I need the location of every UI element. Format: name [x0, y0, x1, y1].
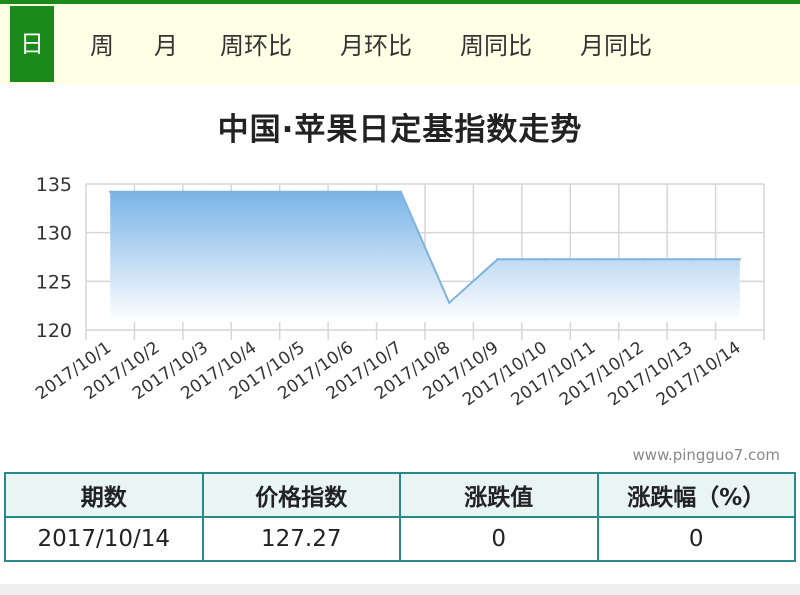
tab-month[interactable]: 月	[140, 8, 192, 84]
cell-change-percent: 0	[596, 516, 796, 562]
y-tick-label: 125	[36, 271, 72, 293]
data-point[interactable]	[109, 190, 112, 193]
tab-week-year-over-year[interactable]: 周同比	[446, 8, 546, 84]
tab-week-over-week[interactable]: 周环比	[206, 8, 306, 84]
header-price-index: 价格指数	[201, 472, 401, 518]
y-tick-label: 130	[36, 223, 72, 245]
tab-week[interactable]: 周	[76, 8, 128, 84]
data-point[interactable]	[544, 258, 548, 261]
watermark-text: www.pingguo7.com	[632, 446, 780, 464]
tab-month-year-over-year[interactable]: 月同比	[566, 8, 666, 84]
y-tick-label: 135	[36, 174, 72, 196]
tab-month-over-month[interactable]: 月环比	[326, 8, 426, 84]
data-point[interactable]	[593, 258, 596, 261]
cell-price-index: 127.27	[201, 516, 401, 562]
data-point[interactable]	[399, 190, 402, 193]
cell-change-value: 0	[399, 516, 599, 562]
header-change-value: 涨跌值	[399, 472, 599, 518]
header-period: 期数	[4, 472, 204, 518]
data-point[interactable]	[448, 301, 451, 304]
data-point[interactable]	[302, 190, 306, 193]
footer-bar	[0, 584, 800, 595]
summary-data-row: 2017/10/14 127.27 0 0	[4, 516, 796, 562]
data-point[interactable]	[157, 190, 160, 193]
summary-header-row: 期数 价格指数 涨跌值 涨跌幅（%）	[4, 472, 796, 518]
cell-period: 2017/10/14	[4, 516, 204, 562]
data-point[interactable]	[641, 258, 645, 261]
period-tab-bar: 日 周 月 周环比 月环比 周同比 月同比	[0, 0, 800, 84]
summary-table: 期数 价格指数 涨跌值 涨跌幅（%） 2017/10/14 127.27 0 0	[4, 472, 796, 562]
data-point[interactable]	[496, 258, 499, 261]
data-point[interactable]	[205, 190, 209, 193]
tab-day[interactable]: 日	[10, 6, 54, 82]
price-index-chart: 120125130135 2017/10/12017/10/22017/10/3…	[32, 174, 765, 410]
y-tick-label: 120	[36, 320, 72, 342]
chart-title: 中国·苹果日定基指数走势	[217, 112, 583, 148]
data-point[interactable]	[254, 190, 257, 193]
data-point[interactable]	[690, 258, 693, 261]
data-point[interactable]	[738, 258, 741, 261]
data-point[interactable]	[351, 190, 354, 193]
header-change-percent: 涨跌幅（%）	[596, 472, 796, 518]
